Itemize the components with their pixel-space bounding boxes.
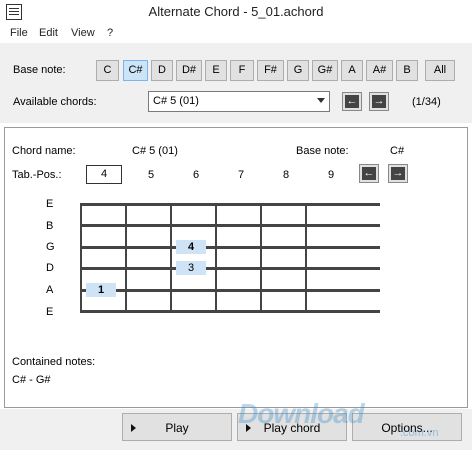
tab-pos-left-button[interactable]: ← — [359, 164, 379, 183]
string-label-high-e: E — [46, 198, 54, 210]
title-bar: Alternate Chord - 5_01.achord — [0, 0, 472, 24]
watermark-logo: Download — [238, 398, 365, 429]
arrow-left-icon: ← — [345, 95, 359, 108]
note-button-f-sharp[interactable]: F# — [257, 60, 284, 81]
note-button-a[interactable]: A — [341, 60, 363, 81]
tab-pos-7: 7 — [238, 169, 245, 181]
available-chords-label: Available chords: — [13, 96, 97, 108]
menu-bar: File Edit View ? — [0, 24, 472, 43]
note-button-c-sharp[interactable]: C# — [123, 60, 148, 81]
string-label-b: B — [46, 220, 54, 232]
note-button-g[interactable]: G — [287, 60, 309, 81]
note-button-c[interactable]: C — [96, 60, 119, 81]
fret-line — [80, 204, 82, 313]
tab-pos-right-button[interactable]: → — [388, 164, 408, 183]
tab-pos-6: 6 — [193, 169, 200, 181]
note-button-b[interactable]: B — [396, 60, 418, 81]
fret-line — [125, 204, 127, 313]
chord-counter: (1/34) — [412, 96, 441, 108]
fret-line — [305, 204, 307, 313]
fret-line — [215, 204, 217, 313]
tab-pos-5: 5 — [148, 169, 155, 181]
string-label-a: A — [46, 284, 54, 296]
note-button-f[interactable]: F — [230, 60, 254, 81]
base-note-label: Base note: — [13, 64, 66, 76]
finger-marker-a: 1 — [86, 283, 116, 297]
arrow-right-icon: → — [391, 167, 405, 180]
panel-base-note-value: C# — [390, 145, 405, 157]
menu-edit[interactable]: Edit — [39, 27, 58, 39]
fret-line — [170, 204, 172, 313]
tab-pos-current[interactable]: 4 — [86, 165, 122, 184]
next-chord-button[interactable]: → — [369, 92, 389, 111]
note-button-e[interactable]: E — [205, 60, 227, 81]
fret-line — [260, 204, 262, 313]
string-label-g: G — [46, 241, 55, 253]
previous-chord-button[interactable]: ← — [342, 92, 362, 111]
tab-pos-label: Tab.-Pos.: — [12, 169, 62, 181]
finger-marker-d: 3 — [176, 261, 206, 275]
play-button[interactable]: Play — [122, 413, 232, 441]
contained-notes-value: C# - G# — [12, 374, 51, 386]
string-label-low-e: E — [46, 306, 54, 318]
arrow-right-icon: → — [372, 95, 386, 108]
watermark-suffix: .com.vn — [400, 427, 439, 439]
contained-notes-label: Contained notes: — [12, 356, 96, 368]
tab-pos-9: 9 — [328, 169, 335, 181]
finger-marker-g: 4 — [176, 240, 206, 254]
menu-file[interactable]: File — [10, 27, 28, 39]
panel-base-note-label: Base note: — [296, 145, 349, 157]
menu-view[interactable]: View — [71, 27, 95, 39]
dropdown-value: C# 5 (01) — [153, 95, 199, 107]
note-button-all[interactable]: All — [425, 60, 455, 81]
note-button-a-sharp[interactable]: A# — [366, 60, 393, 81]
arrow-left-icon: ← — [362, 167, 376, 180]
note-button-d-sharp[interactable]: D# — [176, 60, 202, 81]
string-label-d: D — [46, 262, 54, 274]
note-button-d[interactable]: D — [151, 60, 173, 81]
play-button-label: Play — [165, 421, 189, 435]
chevron-down-icon — [317, 98, 325, 103]
chord-name-value: C# 5 (01) — [132, 145, 178, 157]
available-chords-dropdown[interactable]: C# 5 (01) — [148, 91, 330, 112]
chord-name-label: Chord name: — [12, 145, 76, 157]
menu-help[interactable]: ? — [107, 27, 113, 39]
note-button-g-sharp[interactable]: G# — [312, 60, 338, 81]
window-title: Alternate Chord - 5_01.achord — [148, 4, 324, 19]
tab-pos-8: 8 — [283, 169, 290, 181]
